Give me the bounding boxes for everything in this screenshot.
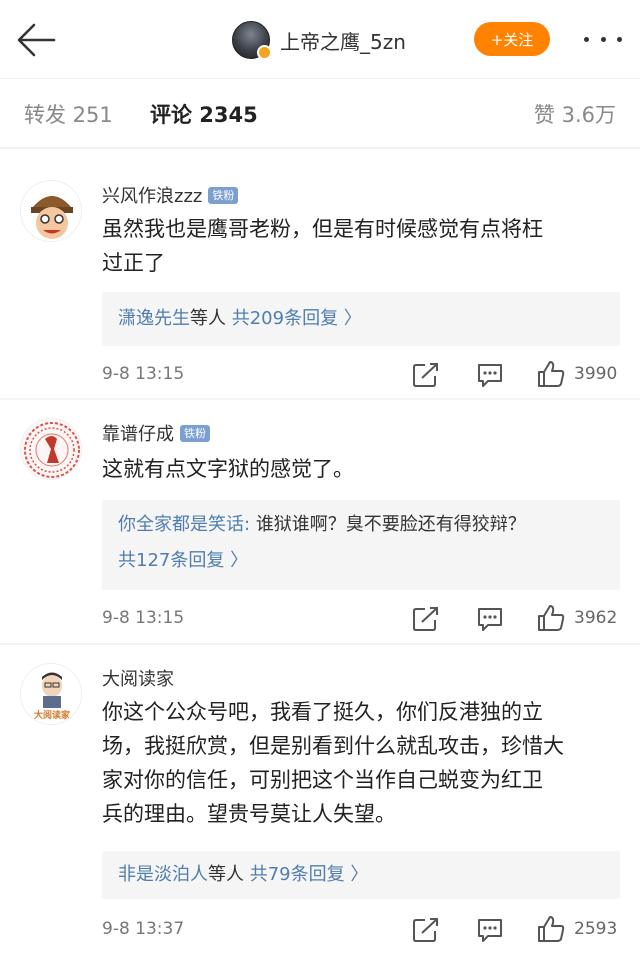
tab-repost[interactable]: 转发 251 xyxy=(24,99,113,129)
share-icon[interactable] xyxy=(412,362,440,388)
comment-item: 靠谱仔成 铁粉 这就有点文字狱的感觉了。 你全家都是笑话: 谁狱谁啊？臭不要脸还… xyxy=(0,400,640,645)
commenter-name[interactable]: 靠谱仔成 xyxy=(102,420,174,446)
comment-text: 你这个公众号吧，我看了挺久，你们反港独的立 场，我挺欣赏，但是别看到什么就乱攻击… xyxy=(102,695,622,831)
commenter-name[interactable]: 兴风作浪zzz xyxy=(102,182,202,208)
reply-count-link[interactable]: 共79条回复 〉 xyxy=(250,864,369,885)
back-button[interactable] xyxy=(14,20,58,60)
comment-item: 兴风作浪zzz 铁粉 虽然我也是鹰哥老粉，但是有时候感觉有点将枉 过正了 潇逸先… xyxy=(0,148,640,400)
reply-user-link[interactable]: 非是淡泊人 xyxy=(118,864,208,885)
tab-bar: 转发 251 评论 2345 赞 3.6万 xyxy=(0,78,640,149)
author-info[interactable]: 上帝之鹰_5zn xyxy=(232,20,406,60)
comment-actions: 2593 xyxy=(412,915,624,945)
like-count: 2593 xyxy=(574,919,618,939)
reply-count-link[interactable]: 共209条回复 〉 xyxy=(232,308,362,329)
reply-user-link[interactable]: 潇逸先生 xyxy=(118,308,190,329)
comment-text-line: 你这个公众号吧，我看了挺久，你们反港独的立 xyxy=(102,700,543,724)
verified-badge-icon xyxy=(257,45,272,60)
comment-text-line: 家对你的信任，可别把这个当作自己蜕变为红卫 xyxy=(102,768,543,792)
reply-user-link[interactable]: 你全家都是笑话: xyxy=(118,514,250,535)
comment-actions: 3990 xyxy=(412,360,624,390)
comment-time: 9-8 13:15 xyxy=(102,364,185,384)
comment-icon[interactable] xyxy=(476,917,504,943)
fan-badge: 铁粉 xyxy=(180,424,210,442)
comment-icon[interactable] xyxy=(476,606,504,632)
reply-preview[interactable]: 非是淡泊人等人 共79条回复 〉 xyxy=(102,851,620,899)
follow-button[interactable]: +关注 xyxy=(474,22,550,56)
tab-like[interactable]: 赞 3.6万 xyxy=(534,99,616,129)
share-icon[interactable] xyxy=(412,606,440,632)
avatar-caption: 大阅读家 xyxy=(33,711,70,721)
commenter-name-row: 兴风作浪zzz 铁粉 xyxy=(102,182,239,208)
author-avatar[interactable] xyxy=(232,21,272,60)
reply-text: 谁狱谁啊？臭不要脸还有得狡辩？ xyxy=(255,514,526,535)
comment-item: 大阅读家 大阅读家 你这个公众号吧，我看了挺久，你们反港独的立 场，我挺欣赏，但… xyxy=(0,645,640,961)
like-icon[interactable] xyxy=(536,604,566,632)
more-dots-icon[interactable] xyxy=(580,26,626,52)
comment-text-line: 场，我挺欣赏，但是别看到什么就乱攻击，珍惜大 xyxy=(102,734,564,758)
reply-preview[interactable]: 你全家都是笑话: 谁狱谁啊？臭不要脸还有得狡辩？ 共127条回复 〉 xyxy=(102,500,620,590)
commenter-avatar[interactable]: 大阅读家 xyxy=(20,663,82,725)
commenter-avatar[interactable] xyxy=(20,418,82,480)
like-count: 3962 xyxy=(574,608,618,628)
tab-comment[interactable]: 评论 2345 xyxy=(150,99,258,129)
comment-text-line: 兵的理由。望贵号莫让人失望。 xyxy=(102,802,396,826)
like-count: 3990 xyxy=(574,364,618,384)
comment-actions: 3962 xyxy=(412,604,624,634)
comment-text: 这就有点文字狱的感觉了。 xyxy=(102,452,622,486)
commenter-name-row: 大阅读家 xyxy=(102,665,174,691)
fan-badge: 铁粉 xyxy=(208,186,239,204)
reply-preview[interactable]: 潇逸先生等人 共209条回复 〉 xyxy=(102,292,620,346)
arrow-left-icon xyxy=(17,23,56,57)
share-icon[interactable] xyxy=(412,917,440,943)
like-icon[interactable] xyxy=(536,915,566,943)
commenter-name-row: 靠谱仔成 铁粉 xyxy=(102,420,210,446)
reply-summary: 等人 xyxy=(190,308,226,329)
comment-text-line: 过正了 xyxy=(102,251,165,275)
commenter-avatar[interactable] xyxy=(20,180,82,242)
comment-text-line: 虽然我也是鹰哥老粉，但是有时候感觉有点将枉 xyxy=(102,217,543,241)
comment-time: 9-8 13:37 xyxy=(102,919,185,939)
commenter-name[interactable]: 大阅读家 xyxy=(102,665,174,691)
reply-count-link[interactable]: 共127条回复 〉 xyxy=(118,550,248,571)
like-icon[interactable] xyxy=(536,360,566,388)
comment-text-line: 这就有点文字狱的感觉了。 xyxy=(102,457,354,481)
author-name[interactable]: 上帝之鹰_5zn xyxy=(280,26,406,55)
comment-text: 虽然我也是鹰哥老粉，但是有时候感觉有点将枉 过正了 xyxy=(102,212,622,280)
reply-summary: 等人 xyxy=(208,864,244,885)
comment-time: 9-8 13:15 xyxy=(102,608,185,628)
comment-icon[interactable] xyxy=(476,362,504,388)
top-bar: 上帝之鹰_5zn +关注 xyxy=(0,0,640,78)
